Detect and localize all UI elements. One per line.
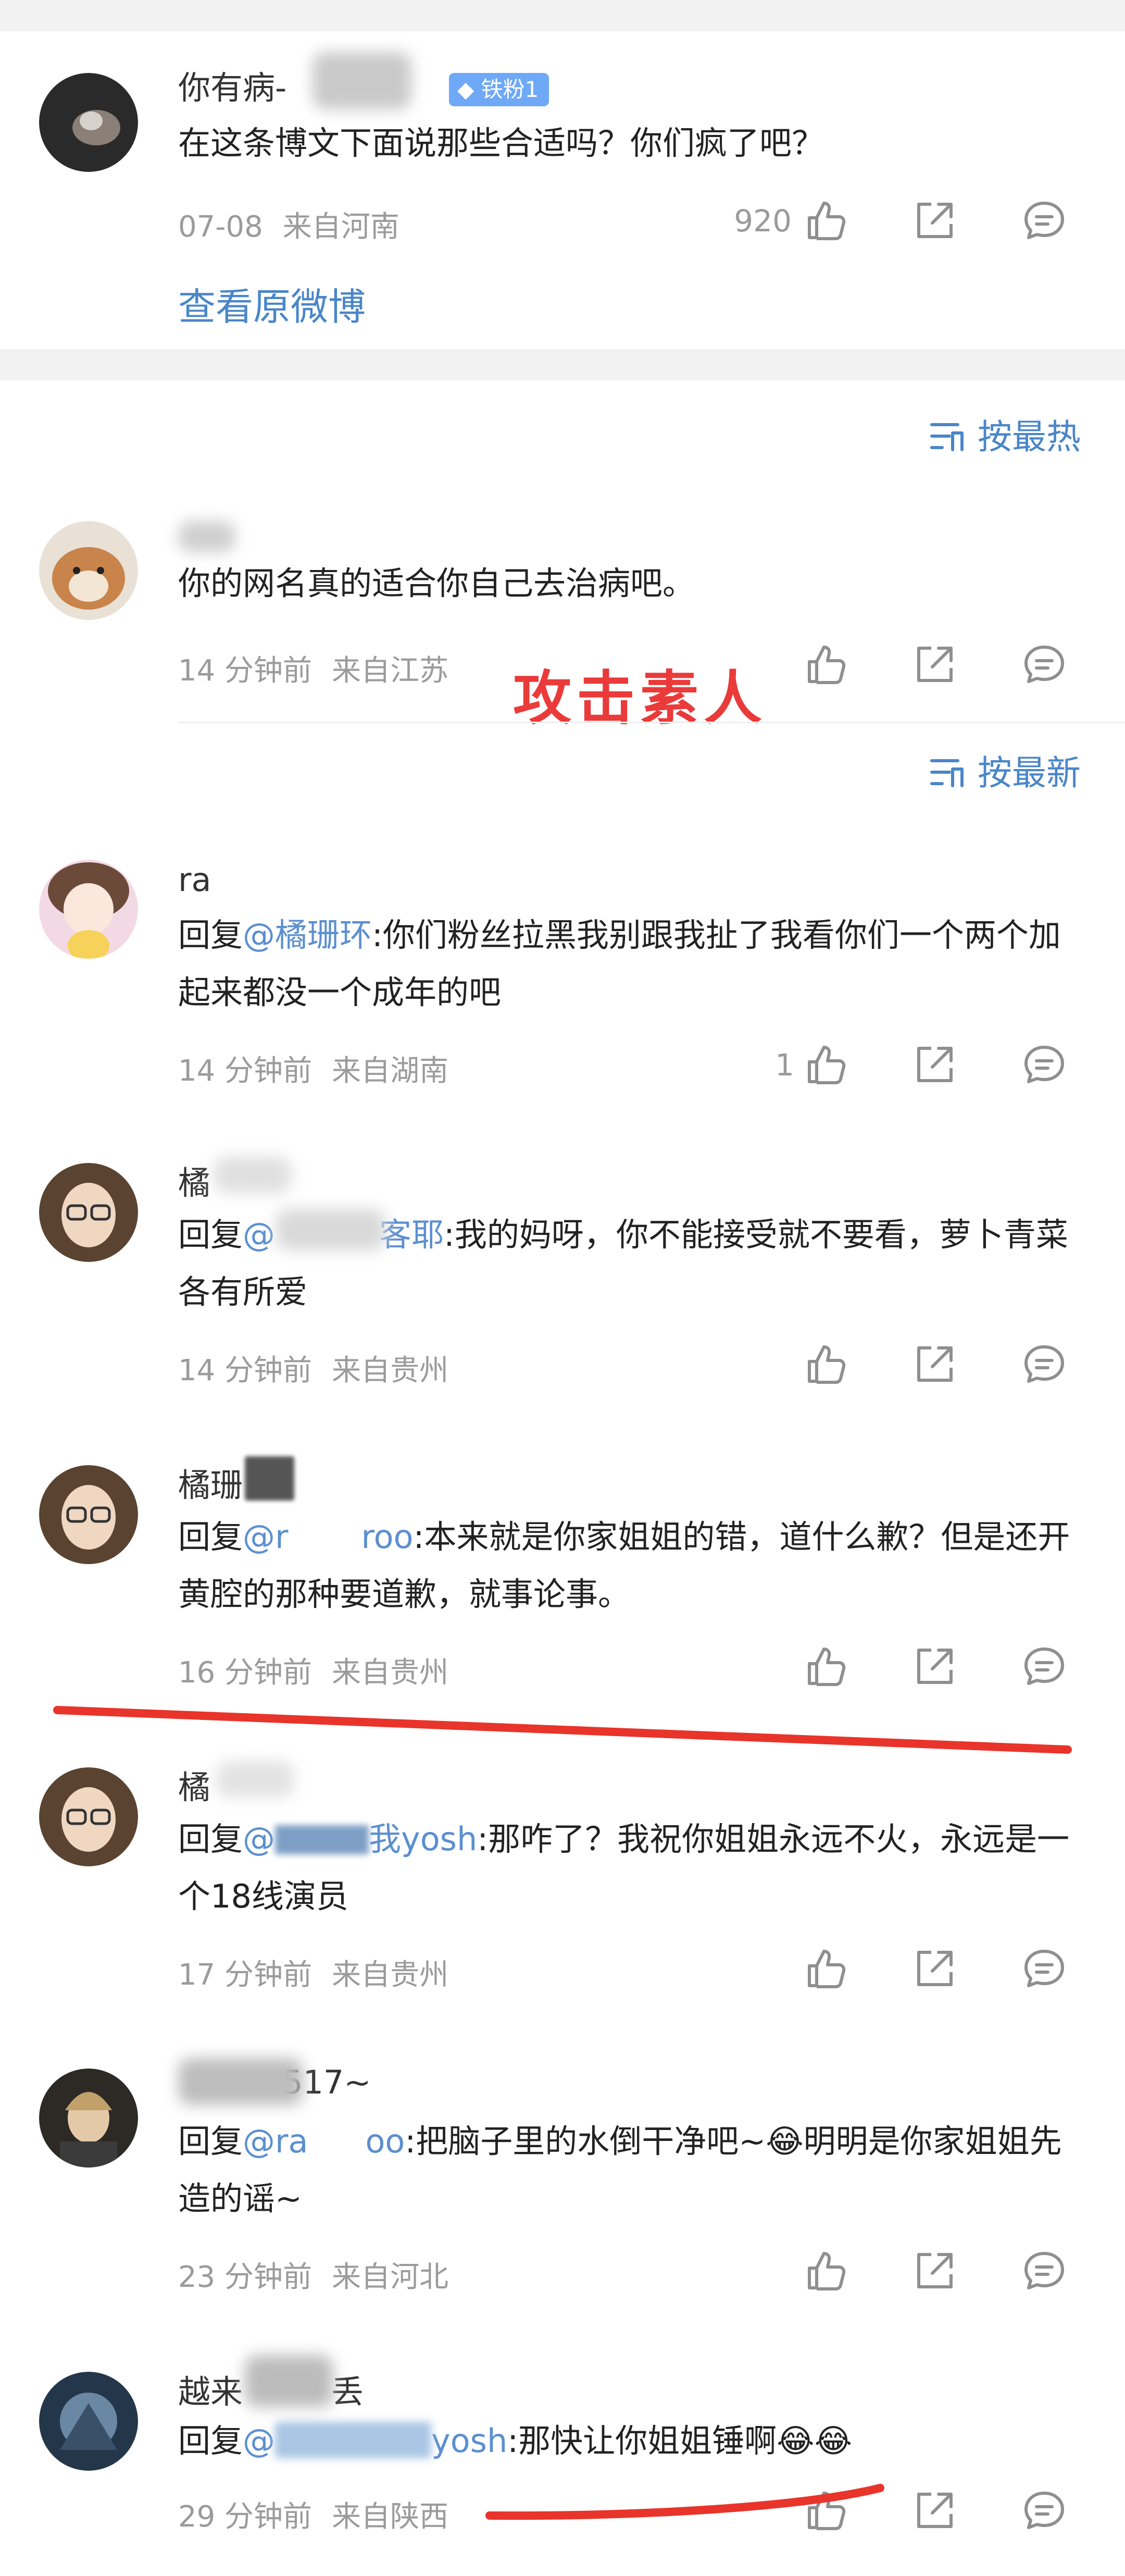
red-underline-1 — [53, 1706, 1072, 1754]
red-underline-2 — [485, 2484, 884, 2520]
red-underline-marks — [53, 1706, 1072, 2520]
